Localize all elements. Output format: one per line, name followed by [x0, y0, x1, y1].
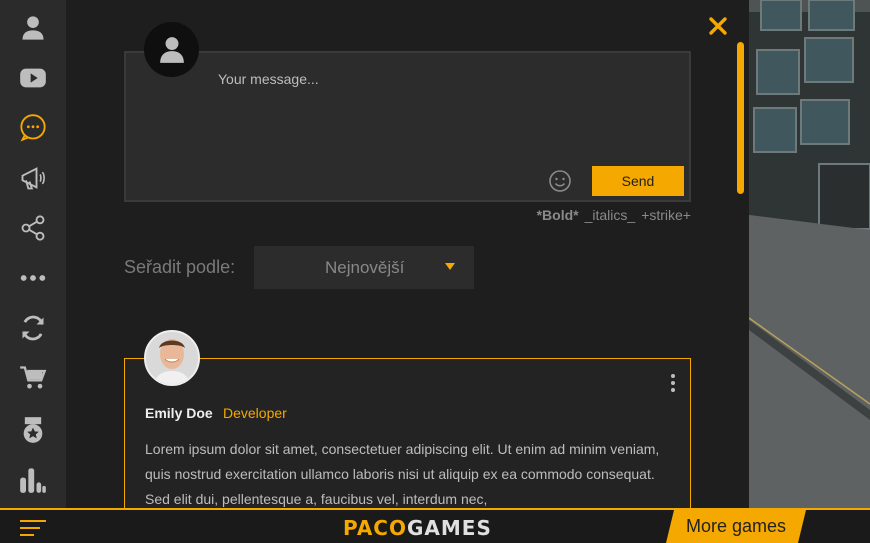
cart-icon [20, 366, 47, 389]
stats-icon [20, 468, 46, 493]
sidebar-item-profile[interactable] [0, 8, 66, 48]
sidebar [0, 0, 66, 508]
sort-dropdown[interactable]: Nejnovější [254, 246, 474, 289]
refresh-icon [22, 315, 44, 341]
user-photo-icon [146, 332, 198, 384]
send-button[interactable]: Send [592, 166, 684, 196]
comments-panel: Send *Bold* _italics_ +strike+ Seřadit pod… [66, 0, 749, 508]
emoji-icon[interactable] [548, 169, 572, 193]
more-games-button[interactable]: More games [666, 510, 806, 543]
user-icon [22, 16, 44, 40]
message-composer: Send [124, 51, 691, 202]
sidebar-item-achievements[interactable] [0, 410, 66, 450]
logo-games: GAMES [406, 516, 492, 540]
game-scene-image [749, 0, 870, 508]
comment-text: Lorem ipsum dolor sit amet, consectetuer… [145, 441, 660, 507]
logo-paco: PACO [343, 516, 407, 540]
megaphone-icon [21, 167, 45, 190]
comment-role-badge: Developer [223, 405, 287, 421]
comment-card: Emily Doe Developer Lorem ipsum dolor si… [124, 358, 691, 508]
sidebar-item-shop[interactable] [0, 358, 66, 398]
scrollbar[interactable] [737, 42, 744, 194]
game-background [749, 0, 870, 508]
sidebar-item-stats[interactable] [0, 460, 66, 500]
format-italics-hint: _italics_ [584, 207, 636, 223]
sort-label: Seřadit podle: [124, 257, 236, 277]
sidebar-item-announcements[interactable] [0, 158, 66, 198]
bottom-bar: PACOGAMES More games [0, 508, 870, 543]
sidebar-item-share[interactable] [0, 208, 66, 248]
sidebar-item-videos[interactable] [0, 58, 66, 98]
youtube-icon [20, 68, 46, 88]
caret-down-icon [445, 263, 455, 270]
composer-avatar [144, 22, 199, 77]
format-bold-hint: *Bold* [536, 207, 579, 223]
comment-avatar[interactable] [144, 330, 200, 386]
sort-selected-value: Nejnovější [325, 257, 405, 277]
close-icon[interactable] [708, 16, 728, 36]
medal-icon [23, 417, 43, 443]
comment-author[interactable]: Emily Doe [145, 405, 213, 421]
user-avatar-icon [159, 36, 184, 63]
more-icon [20, 275, 46, 281]
pacogames-logo[interactable]: PACOGAMES [343, 516, 492, 540]
hamburger-menu-icon[interactable] [20, 519, 46, 537]
message-input[interactable] [218, 71, 658, 87]
share-icon [21, 215, 45, 241]
format-hint: *Bold* _italics_ +strike+ [537, 207, 691, 223]
sidebar-item-refresh[interactable] [0, 308, 66, 348]
sidebar-item-more[interactable] [0, 258, 66, 298]
format-strike-hint: +strike+ [641, 207, 691, 223]
chat-icon [20, 114, 46, 142]
sidebar-item-comments[interactable] [0, 108, 66, 148]
kebab-menu-icon[interactable] [669, 373, 677, 393]
